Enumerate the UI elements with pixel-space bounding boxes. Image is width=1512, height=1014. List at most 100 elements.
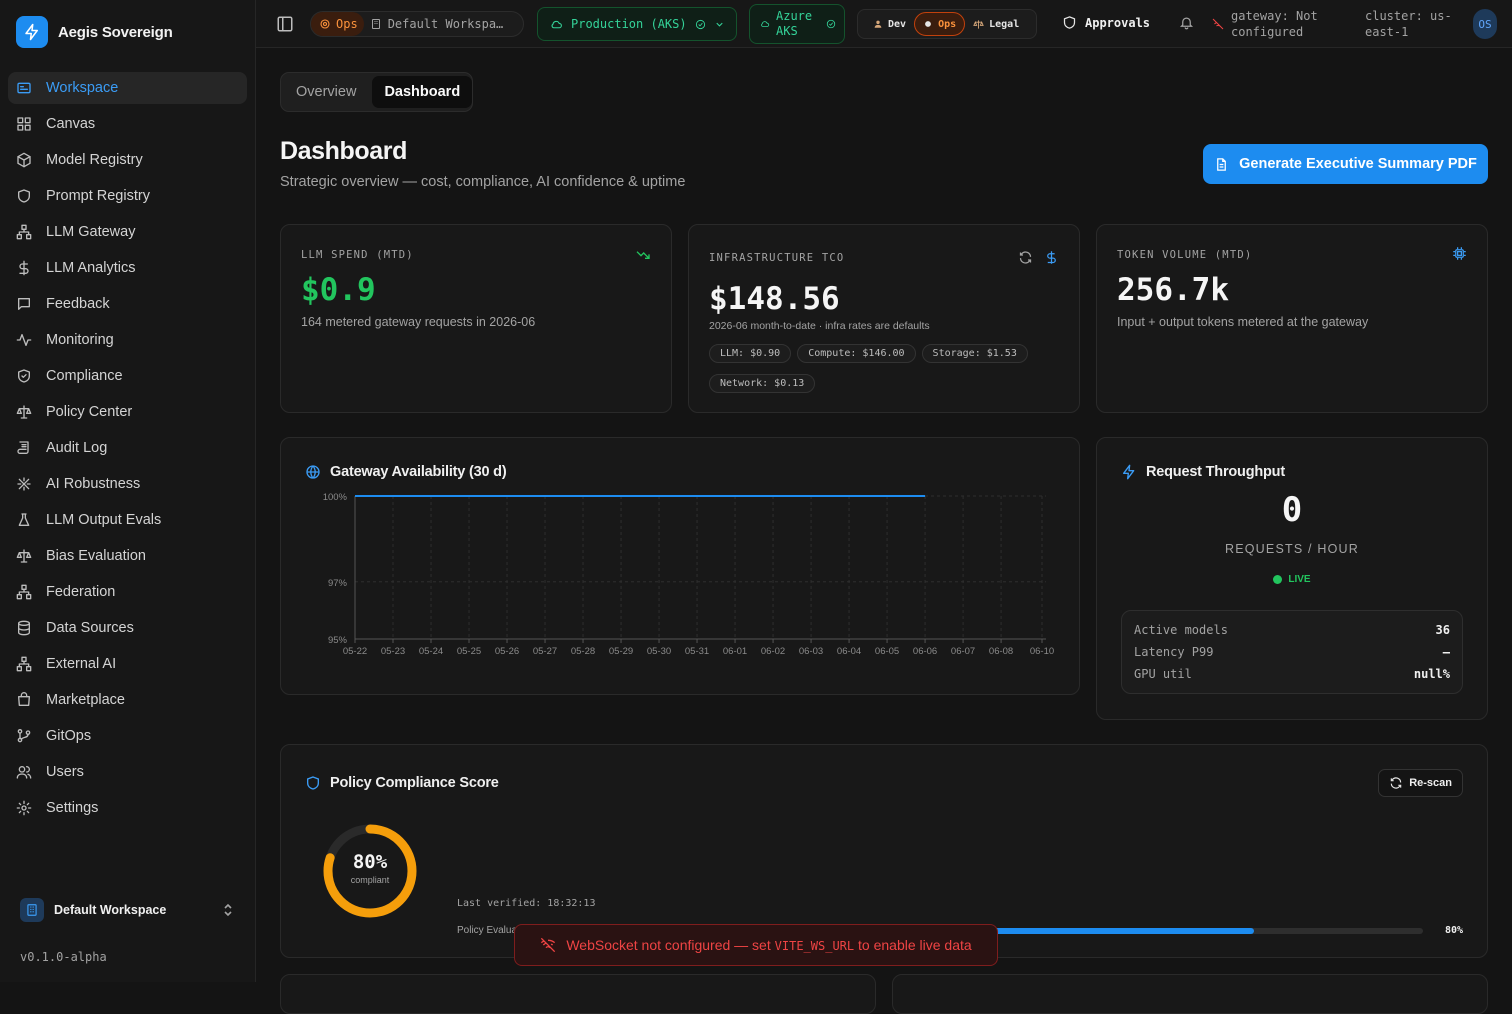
sidebar-item-workspace[interactable]: Workspace: [8, 72, 247, 104]
sidebar-item-users[interactable]: Users: [8, 756, 247, 788]
top-bar: Ops Default Workspa… Production (AKS) Az…: [256, 0, 1512, 48]
ops-badge: Ops: [336, 17, 358, 31]
persona-dev-label: Dev: [888, 18, 907, 30]
sidebar-item-llm-gateway[interactable]: LLM Gateway: [8, 216, 247, 248]
sidebar-item-prompt-registry[interactable]: Prompt Registry: [8, 180, 247, 212]
compliance-title: Policy Compliance Score: [305, 775, 499, 791]
x-tick-label: 06-05: [875, 646, 899, 657]
approvals-button[interactable]: Approvals: [1062, 15, 1150, 30]
refresh-icon: [1390, 777, 1402, 789]
sidebar-item-policy-center[interactable]: Policy Center: [8, 396, 247, 428]
cloud-icon: [761, 21, 770, 27]
sidebar-item-feedback[interactable]: Feedback: [8, 288, 247, 320]
tab-dashboard[interactable]: Dashboard: [372, 76, 473, 108]
app-version: v0.1.0-alpha: [20, 950, 107, 964]
x-tick-label: 05-31: [685, 646, 709, 657]
sidebar-item-label: Canvas: [46, 116, 96, 132]
brand[interactable]: Aegis Sovereign: [16, 16, 173, 48]
sidebar-toggle-button[interactable]: [276, 15, 294, 33]
persona-ops[interactable]: Ops: [914, 12, 966, 36]
lower-card-left: [280, 974, 876, 1014]
token-volume-label: TOKEN VOLUME (MTD): [1117, 249, 1253, 261]
sidebar-item-label: Audit Log: [46, 440, 108, 456]
scale-icon: [16, 549, 32, 563]
tab-overview[interactable]: Overview: [284, 76, 368, 108]
flask-icon: [18, 513, 30, 526]
environment-selector[interactable]: Production (AKS): [537, 7, 737, 41]
sidebar-item-audit-log[interactable]: Audit Log: [8, 432, 247, 464]
websocket-warning-toast[interactable]: WebSocket not configured — set VITE_WS_U…: [514, 924, 998, 966]
metric-latency-p99: Latency P99 —: [1134, 645, 1450, 659]
main-content: Overview Dashboard Dashboard Strategic o…: [256, 48, 1512, 1014]
sidebar-item-compliance[interactable]: Compliance: [8, 360, 247, 392]
shield-icon: [1063, 16, 1076, 29]
bug-icon: [17, 477, 31, 491]
sidebar-item-data-sources[interactable]: Data Sources: [8, 612, 247, 644]
notifications-button[interactable]: [1179, 15, 1194, 30]
sidebar-item-label: Monitoring: [46, 332, 114, 348]
cluster-status-line1: cluster: us-: [1365, 9, 1452, 23]
sidebar-item-canvas[interactable]: Canvas: [8, 108, 247, 140]
bolt-logo-icon: [16, 16, 48, 48]
wifi-off-icon: [541, 937, 556, 953]
throughput-title-text: Request Throughput: [1146, 464, 1285, 480]
scale-icon: [973, 19, 984, 29]
dollar-icon: [1047, 251, 1056, 264]
check-circle-icon: [695, 19, 705, 29]
refresh-icon[interactable]: [1018, 250, 1033, 265]
x-tick-label: 06-06: [913, 646, 937, 657]
infra-tco-label: INFRASTRUCTURE TCO: [709, 252, 845, 264]
sidebar-item-llm-analytics[interactable]: LLM Analytics: [8, 252, 247, 284]
sidebar-item-label: Users: [46, 764, 84, 780]
approvals-label: Approvals: [1085, 15, 1151, 30]
persona-legal[interactable]: Legal: [965, 12, 1027, 36]
shield-icon: [18, 189, 30, 203]
sidebar-item-label: External AI: [46, 656, 117, 672]
persona-dev[interactable]: Dev: [861, 12, 914, 36]
sidebar-item-settings[interactable]: Settings: [8, 792, 247, 824]
page-subtitle: Strategic overview — cost, compliance, A…: [280, 174, 686, 190]
x-tick-label: 06-04: [837, 646, 861, 657]
compliance-title-text: Policy Compliance Score: [330, 775, 499, 791]
building-icon: [371, 19, 380, 29]
generate-pdf-button[interactable]: Generate Executive Summary PDF: [1203, 144, 1488, 184]
sidebar-item-label: Federation: [46, 584, 116, 600]
sidebar-item-ai-robustness[interactable]: AI Robustness: [8, 468, 247, 500]
lower-card-right: [892, 974, 1488, 1014]
x-tick-label: 05-27: [533, 646, 557, 657]
users-icon: [16, 766, 32, 779]
workspace-switcher[interactable]: Default Workspace: [12, 893, 244, 927]
sidebar-item-label: Prompt Registry: [46, 188, 150, 204]
check-circle-icon: [826, 19, 836, 29]
gateway-availability-card: Gateway Availability (30 d) 100% 97% 95% 05…: [280, 437, 1080, 695]
metric-value: 36: [1435, 623, 1450, 637]
llm-spend-card: LLM SPEND (MTD) $0.9 164 metered gateway…: [280, 224, 672, 413]
infra-tco-card: INFRASTRUCTURE TCO $148.56 2026-06 month…: [688, 224, 1080, 413]
sidebar-item-federation[interactable]: Federation: [8, 576, 247, 608]
metric-gpu-util: GPU util null%: [1134, 667, 1450, 681]
metric-active-models: Active models 36: [1134, 623, 1450, 637]
sidebar-item-monitoring[interactable]: Monitoring: [8, 324, 247, 356]
metric-value: —: [1442, 645, 1450, 659]
shield-check-icon: [18, 369, 30, 383]
cloud-provider: Azure: [776, 9, 813, 23]
sidebar-item-gitops[interactable]: GitOps: [8, 720, 247, 752]
workspace-selector[interactable]: Ops Default Workspa…: [310, 11, 524, 37]
x-tick-label: 05-28: [571, 646, 595, 657]
sidebar-item-llm-output-evals[interactable]: LLM Output Evals: [8, 504, 247, 536]
sidebar-item-marketplace[interactable]: Marketplace: [8, 684, 247, 716]
sidebar-item-label: LLM Gateway: [46, 224, 136, 240]
sidebar-item-label: LLM Output Evals: [46, 512, 162, 528]
scroll-icon: [17, 441, 29, 454]
sidebar-item-external-ai[interactable]: External AI: [8, 648, 247, 680]
throughput-metrics: Active models 36 Latency P99 — GPU util nul…: [1121, 610, 1463, 694]
cloud-provider-badge[interactable]: Azure AKS: [749, 4, 845, 44]
view-tabs: Overview Dashboard: [280, 72, 473, 112]
rescan-button[interactable]: Re-scan: [1378, 769, 1463, 797]
policy-evaluations-value: 80%: [1444, 925, 1463, 936]
sidebar-item-bias-evaluation[interactable]: Bias Evaluation: [8, 540, 247, 572]
user-avatar[interactable]: OS: [1473, 9, 1497, 39]
cluster-status-line2: east-1: [1365, 25, 1409, 39]
sidebar-item-model-registry[interactable]: Model Registry: [8, 144, 247, 176]
metric-label: Latency P99: [1134, 645, 1214, 659]
